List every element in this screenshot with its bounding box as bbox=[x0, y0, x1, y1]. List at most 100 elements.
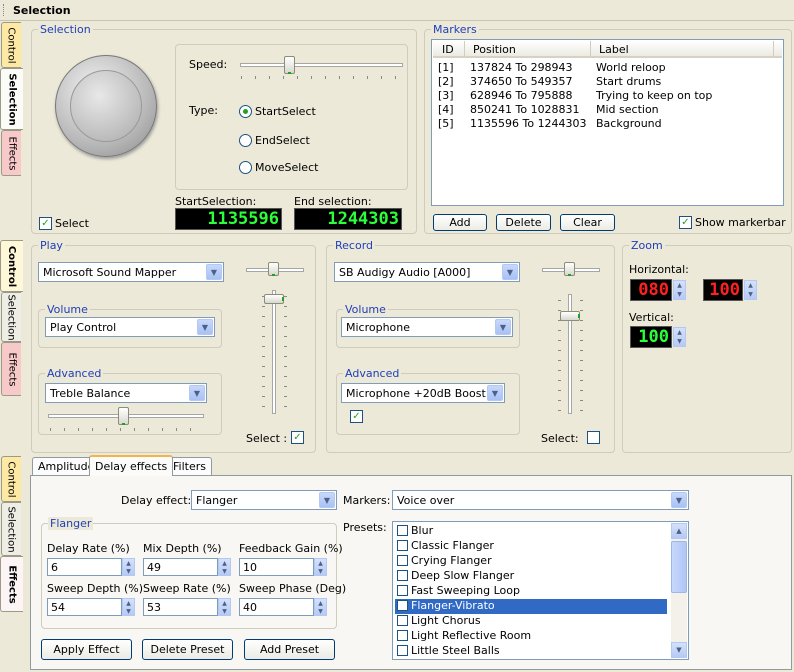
feedback-gain-label: Feedback Gain (%) bbox=[239, 542, 343, 555]
radio-startselect-label: StartSelect bbox=[255, 105, 316, 118]
markers-list[interactable]: ID Position Label [1] 137824 To 298943 Wor… bbox=[431, 39, 784, 206]
record-device-select[interactable]: SB Audigy Audio [A000] ▼ bbox=[334, 262, 520, 282]
play-balance-slider-thumb[interactable] bbox=[268, 262, 279, 276]
show-markerbar-checkbox[interactable]: ✓ bbox=[679, 216, 692, 229]
preset-item-selected[interactable]: Flanger-Vibrato bbox=[395, 599, 667, 614]
preset-checkbox[interactable] bbox=[397, 645, 408, 656]
chevron-up-icon: ▲ bbox=[222, 559, 227, 567]
play-select-label: Select : bbox=[246, 432, 288, 445]
play-advanced-slider-thumb[interactable] bbox=[118, 407, 129, 425]
sidebar-tab-selection-bottom[interactable]: Selection bbox=[1, 502, 21, 556]
play-select-checkbox[interactable]: ✓ bbox=[291, 431, 304, 444]
preset-item[interactable]: Crying Flanger bbox=[395, 554, 667, 569]
sidebar-tab-effects-bottom[interactable]: Effects bbox=[0, 556, 23, 612]
add-marker-button[interactable]: Add bbox=[433, 214, 487, 231]
preset-item[interactable]: Blur bbox=[395, 524, 667, 539]
sidebar-tab-effects-top[interactable]: Effects bbox=[1, 130, 21, 176]
record-group-label: Record bbox=[333, 239, 376, 252]
apply-effect-button[interactable]: Apply Effect bbox=[41, 639, 132, 660]
record-select-checkbox[interactable] bbox=[587, 431, 600, 444]
tab-filters[interactable]: Filters bbox=[167, 457, 212, 475]
end-selection-label: End selection: bbox=[294, 195, 372, 208]
tab-delay-effects[interactable]: Delay effects bbox=[89, 455, 174, 476]
preset-checkbox[interactable] bbox=[397, 630, 408, 641]
delay-rate-input[interactable]: 6 bbox=[47, 558, 122, 576]
zoom-vertical-spinner[interactable]: ▲ ▼ bbox=[673, 327, 686, 347]
preset-item[interactable]: Light Reflective Room bbox=[395, 629, 667, 644]
delay-rate-spinner[interactable]: ▲ ▼ bbox=[122, 558, 135, 576]
preset-checkbox[interactable] bbox=[397, 555, 408, 566]
jog-wheel[interactable] bbox=[55, 55, 157, 157]
preset-item[interactable]: Little Steel Balls bbox=[395, 644, 667, 659]
radio-moveselect[interactable] bbox=[239, 161, 252, 174]
mix-depth-input[interactable]: 49 bbox=[143, 558, 218, 576]
start-selection-display: 1135596 bbox=[175, 208, 282, 230]
play-volume-slider-thumb[interactable] bbox=[264, 294, 284, 304]
feedback-gain-input[interactable]: 10 bbox=[239, 558, 314, 576]
play-volume-select[interactable]: Play Control ▼ bbox=[45, 317, 215, 337]
preset-checkbox[interactable] bbox=[397, 600, 408, 611]
sweep-rate-spinner[interactable]: ▲ ▼ bbox=[218, 598, 231, 616]
column-id[interactable]: ID bbox=[442, 43, 454, 56]
sidebar-tab-effects-mid[interactable]: Effects bbox=[1, 342, 21, 396]
preset-item[interactable]: Fast Sweeping Loop bbox=[395, 584, 667, 599]
sweep-depth-input[interactable]: 54 bbox=[47, 598, 122, 616]
sidebar-tab-selection-mid[interactable]: Selection bbox=[1, 292, 21, 342]
radio-endselect[interactable] bbox=[239, 134, 252, 147]
sweep-rate-input[interactable]: 53 bbox=[143, 598, 218, 616]
record-advanced-select[interactable]: Microphone +20dB Boost ▼ bbox=[341, 383, 505, 403]
add-preset-button[interactable]: Add Preset bbox=[244, 639, 335, 660]
play-device-select[interactable]: Microsoft Sound Mapper ▼ bbox=[38, 262, 224, 282]
play-advanced-select[interactable]: Treble Balance ▼ bbox=[45, 383, 207, 403]
chevron-up-icon: ▲ bbox=[677, 329, 682, 336]
scroll-up-icon[interactable]: ▲ bbox=[671, 523, 687, 539]
chevron-down-icon: ▼ bbox=[318, 567, 323, 575]
record-balance-slider-thumb[interactable] bbox=[564, 262, 575, 276]
column-label[interactable]: Label bbox=[599, 43, 629, 56]
select-checkbox[interactable]: ✓ bbox=[39, 217, 52, 230]
preset-item[interactable]: Classic Flanger bbox=[395, 539, 667, 554]
sidebar-tab-selection-top[interactable]: Selection bbox=[0, 68, 23, 130]
speed-slider-track[interactable] bbox=[240, 63, 403, 67]
zoom-group-label: Zoom bbox=[629, 239, 665, 252]
scrollbar-thumb[interactable] bbox=[671, 541, 687, 593]
scroll-down-icon[interactable]: ▼ bbox=[671, 642, 687, 658]
preset-item[interactable]: Deep Slow Flanger bbox=[395, 569, 667, 584]
delete-preset-button[interactable]: Delete Preset bbox=[142, 639, 233, 660]
speed-label: Speed: bbox=[189, 58, 228, 71]
preset-checkbox[interactable] bbox=[397, 525, 408, 536]
sweep-depth-spinner[interactable]: ▲ ▼ bbox=[122, 598, 135, 616]
sweep-phase-input[interactable]: 40 bbox=[239, 598, 314, 616]
sweep-phase-label: Sweep Phase (Deg) bbox=[239, 582, 347, 595]
preset-checkbox[interactable] bbox=[397, 570, 408, 581]
show-markerbar-label: Show markerbar bbox=[695, 216, 786, 229]
markers-list-header: ID Position Label bbox=[433, 41, 782, 58]
mix-depth-spinner[interactable]: ▲ ▼ bbox=[218, 558, 231, 576]
preset-item[interactable]: Light Chorus bbox=[395, 614, 667, 629]
delete-marker-button[interactable]: Delete bbox=[496, 214, 551, 231]
sidebar-tab-control-top[interactable]: Control bbox=[1, 22, 21, 68]
record-volume-slider-thumb[interactable] bbox=[560, 311, 580, 321]
speed-slider-thumb[interactable] bbox=[283, 56, 295, 74]
clear-markers-button[interactable]: Clear bbox=[560, 214, 615, 231]
record-volume-select[interactable]: Microphone ▼ bbox=[341, 317, 513, 337]
effects-markers-select[interactable]: Voice over ▼ bbox=[392, 490, 689, 510]
sidebar-tab-control-bottom[interactable]: Control bbox=[1, 456, 21, 502]
presets-list[interactable]: Blur Classic Flanger Crying Flanger Deep… bbox=[392, 521, 689, 660]
play-volume-slider-ticks bbox=[284, 296, 287, 414]
feedback-gain-spinner[interactable]: ▲ ▼ bbox=[314, 558, 327, 576]
delay-effect-select[interactable]: Flanger ▼ bbox=[191, 490, 337, 510]
preset-checkbox[interactable] bbox=[397, 615, 408, 626]
zoom-horizontal-spinner-2[interactable]: ▲ ▼ bbox=[744, 280, 757, 300]
radio-startselect[interactable] bbox=[239, 105, 252, 118]
column-position[interactable]: Position bbox=[473, 43, 516, 56]
zoom-horizontal-label: Horizontal: bbox=[629, 263, 689, 276]
zoom-horizontal-spinner-1[interactable]: ▲ ▼ bbox=[673, 280, 686, 300]
record-advanced-checkbox[interactable]: ✓ bbox=[350, 410, 363, 423]
preset-checkbox[interactable] bbox=[397, 540, 408, 551]
presets-scrollbar[interactable]: ▲ ▼ bbox=[671, 523, 687, 658]
preset-checkbox[interactable] bbox=[397, 585, 408, 596]
play-volume-slider-track[interactable] bbox=[272, 290, 276, 414]
sweep-phase-spinner[interactable]: ▲ ▼ bbox=[314, 598, 327, 616]
sidebar-tab-control-mid[interactable]: Control bbox=[0, 240, 23, 292]
